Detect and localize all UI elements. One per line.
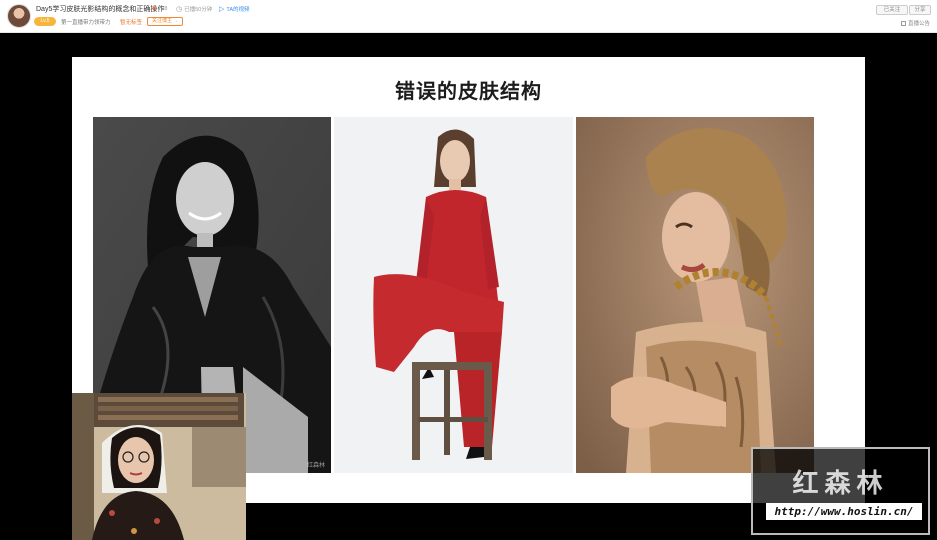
- announcement-link[interactable]: 直播公告: [901, 19, 930, 27]
- hot-count: ● 778: [152, 5, 167, 12]
- stream-title: Day5学习皮肤光影结构的概念和正确操作: [36, 6, 165, 13]
- share-button[interactable]: 分享: [909, 5, 931, 15]
- logo-url: http://www.hoslin.cn/: [766, 503, 922, 520]
- followed-button[interactable]: 已关注: [876, 5, 908, 15]
- webcam-overlay[interactable]: [72, 393, 246, 540]
- stream-header: Day5学习皮肤光影结构的概念和正确操作 ● 778 ◷ 已播50分钟 ▷ TA…: [0, 0, 937, 33]
- play-time-value: 已播50分钟: [184, 7, 213, 13]
- logo-watermark: 红森林 http://www.hoslin.cn/: [751, 447, 930, 535]
- hot-count-value: 778: [158, 5, 168, 12]
- logo-text: 红森林: [792, 469, 889, 499]
- ta-videos-label: TA的视频: [226, 7, 250, 13]
- streamer-avatar[interactable]: [7, 4, 31, 28]
- announcement-icon: [901, 20, 906, 26]
- announcement-label: 直播公告: [908, 21, 931, 27]
- stream-subtitle: 第一直播带力领带力: [61, 20, 111, 26]
- photo-red-suit: [334, 117, 573, 473]
- stream-tag: 暂无标签: [120, 20, 143, 26]
- photo-watermark: 红森林: [306, 463, 325, 469]
- video-icon: ▷: [219, 5, 225, 13]
- play-time: ◷ 已播50分钟: [176, 5, 213, 14]
- level-badge: Lv.5: [34, 17, 56, 26]
- slide-title: 错误的皮肤结构: [395, 79, 542, 103]
- ta-videos-link[interactable]: ▷ TA的视频: [219, 5, 250, 14]
- video-player[interactable]: 错误的皮肤结构 红森林 红森林 http://www.hoslin.cn/: [0, 33, 937, 540]
- flame-icon: ●: [152, 5, 157, 12]
- follow-button[interactable]: 关注博主 →: [147, 17, 184, 26]
- clock-icon: ◷: [176, 5, 183, 13]
- photo-blonde-woman: [576, 117, 814, 473]
